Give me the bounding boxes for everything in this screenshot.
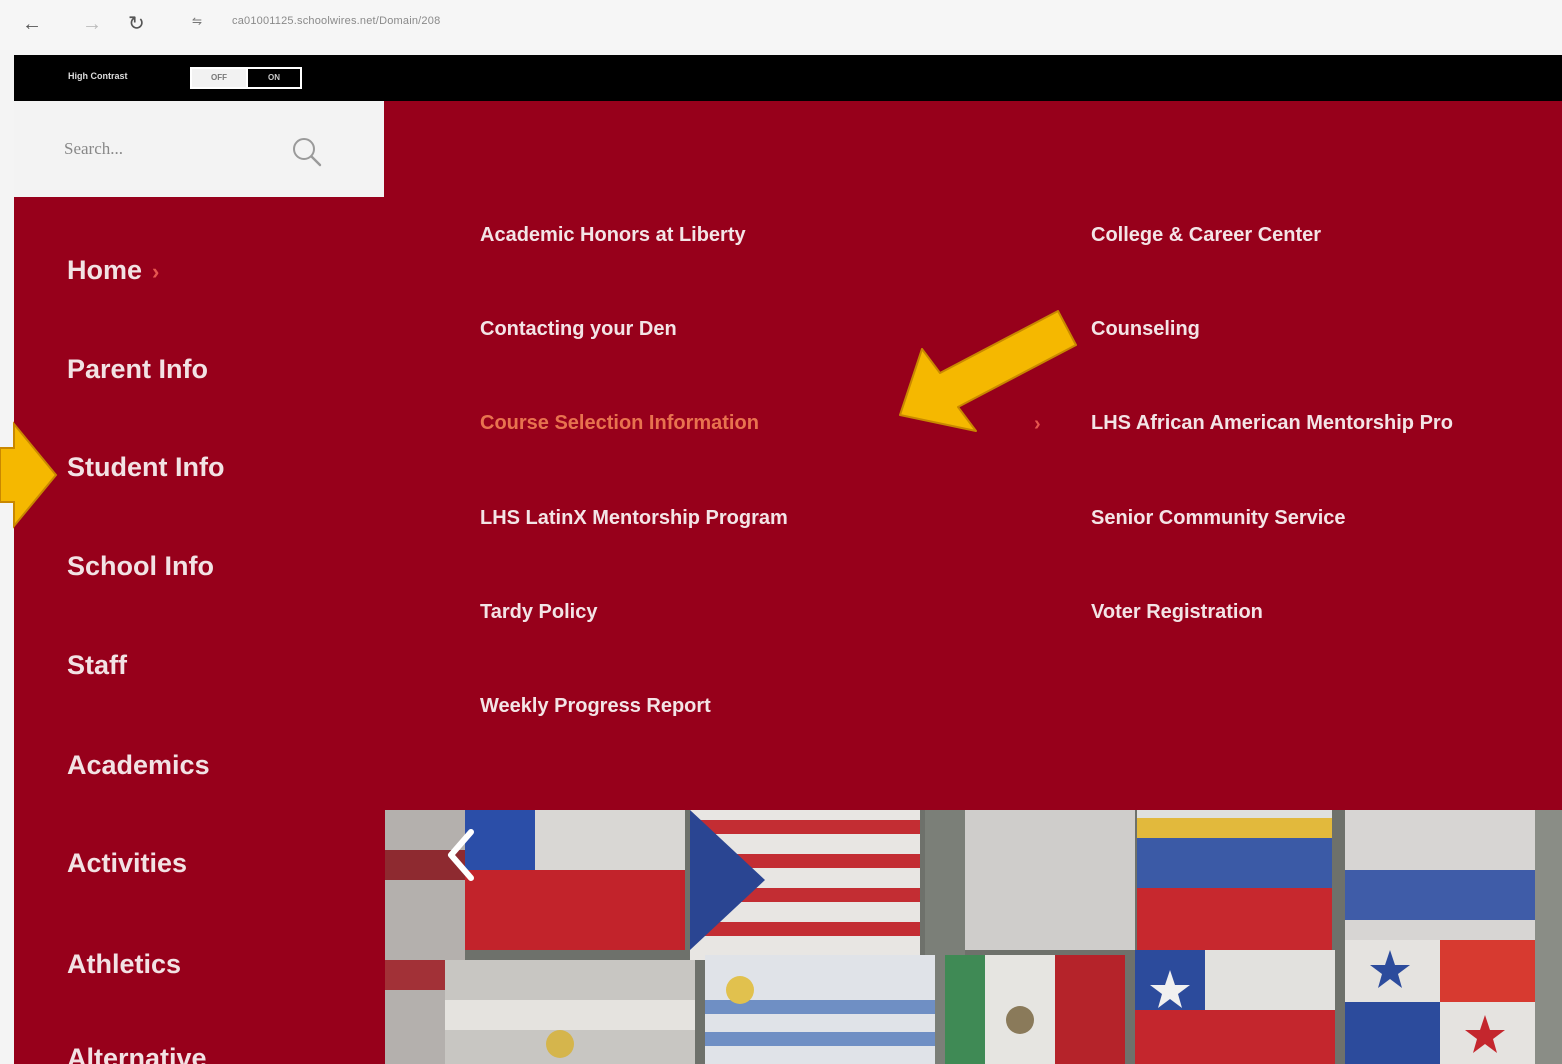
menu-link-contacting-your-den[interactable]: Contacting your Den [480, 318, 677, 341]
high-contrast-off-option[interactable]: OFF [192, 69, 246, 87]
sidebar-item-alternative[interactable]: Alternative [67, 1043, 207, 1064]
menu-link-academic-honors[interactable]: Academic Honors at Liberty [480, 224, 746, 247]
search-icon[interactable] [290, 135, 324, 169]
menu-link-course-selection[interactable]: Course Selection Information [480, 412, 759, 435]
sidebar-item-home[interactable]: Home › [67, 255, 159, 286]
sidebar-item-label: Academics [67, 750, 210, 780]
high-contrast-toggle[interactable]: OFF ON [190, 67, 302, 89]
address-bar[interactable]: ca01001125.schoolwires.net/Domain/208 [232, 15, 440, 27]
sidebar-item-activities[interactable]: Activities [67, 848, 187, 879]
menu-link-latinx-mentorship[interactable]: LHS LatinX Mentorship Program [480, 507, 788, 530]
menu-link-voter-registration[interactable]: Voter Registration [1091, 601, 1263, 624]
page: High Contrast OFF ON Home › Parent Info S… [14, 55, 1562, 1064]
accessibility-bar: High Contrast OFF ON [14, 55, 1562, 101]
sidebar-item-label: Alternative [67, 1043, 207, 1064]
sidebar-item-student-info[interactable]: Student Info [67, 452, 224, 483]
annotation-arrow-icon [0, 421, 58, 529]
menu-link-weekly-progress-report[interactable]: Weekly Progress Report [480, 695, 711, 718]
forward-arrow-icon[interactable]: → [82, 12, 102, 36]
high-contrast-on-option[interactable]: ON [246, 69, 300, 87]
menu-link-tardy-policy[interactable]: Tardy Policy [480, 601, 597, 624]
menu-link-african-american-mentorship[interactable]: LHS African American Mentorship Pro [1091, 412, 1453, 435]
menu-link-counseling[interactable]: Counseling [1091, 318, 1200, 341]
search-box [14, 101, 384, 197]
browser-toolbar: ← → ↻ ⇋ ca01001125.schoolwires.net/Domai… [0, 0, 1562, 50]
search-input[interactable] [64, 135, 284, 163]
hero-image-carousel [385, 810, 1562, 1064]
menu-link-college-career-center[interactable]: College & Career Center [1091, 224, 1321, 247]
sidebar-item-label: Student Info [67, 452, 225, 482]
site-info-icon[interactable]: ⇋ [192, 14, 202, 28]
sidebar-item-label: Home [67, 255, 143, 285]
annotation-arrow-icon [899, 310, 1077, 432]
sidebar-item-label: Staff [67, 650, 127, 680]
sidebar-item-label: Activities [67, 848, 188, 878]
chevron-left-icon[interactable] [441, 828, 481, 882]
high-contrast-label: High Contrast [68, 71, 128, 81]
sidebar-nav: Home › Parent Info Student Info School In… [14, 197, 384, 1064]
sidebar-item-label: Parent Info [67, 354, 209, 384]
chevron-right-icon: › [152, 259, 160, 284]
back-arrow-icon[interactable]: ← [22, 12, 42, 36]
sidebar-item-staff[interactable]: Staff [67, 650, 127, 681]
sidebar-item-athletics[interactable]: Athletics [67, 949, 181, 980]
sidebar-item-parent-info[interactable]: Parent Info [67, 354, 208, 385]
sidebar-item-label: School Info [67, 551, 214, 581]
reload-icon[interactable]: ↻ [128, 12, 145, 36]
sidebar-item-academics[interactable]: Academics [67, 750, 210, 781]
sidebar-item-school-info[interactable]: School Info [67, 551, 214, 582]
sidebar-item-label: Athletics [67, 949, 182, 979]
menu-link-senior-community-service[interactable]: Senior Community Service [1091, 507, 1346, 530]
flags-photo [385, 810, 1562, 1064]
